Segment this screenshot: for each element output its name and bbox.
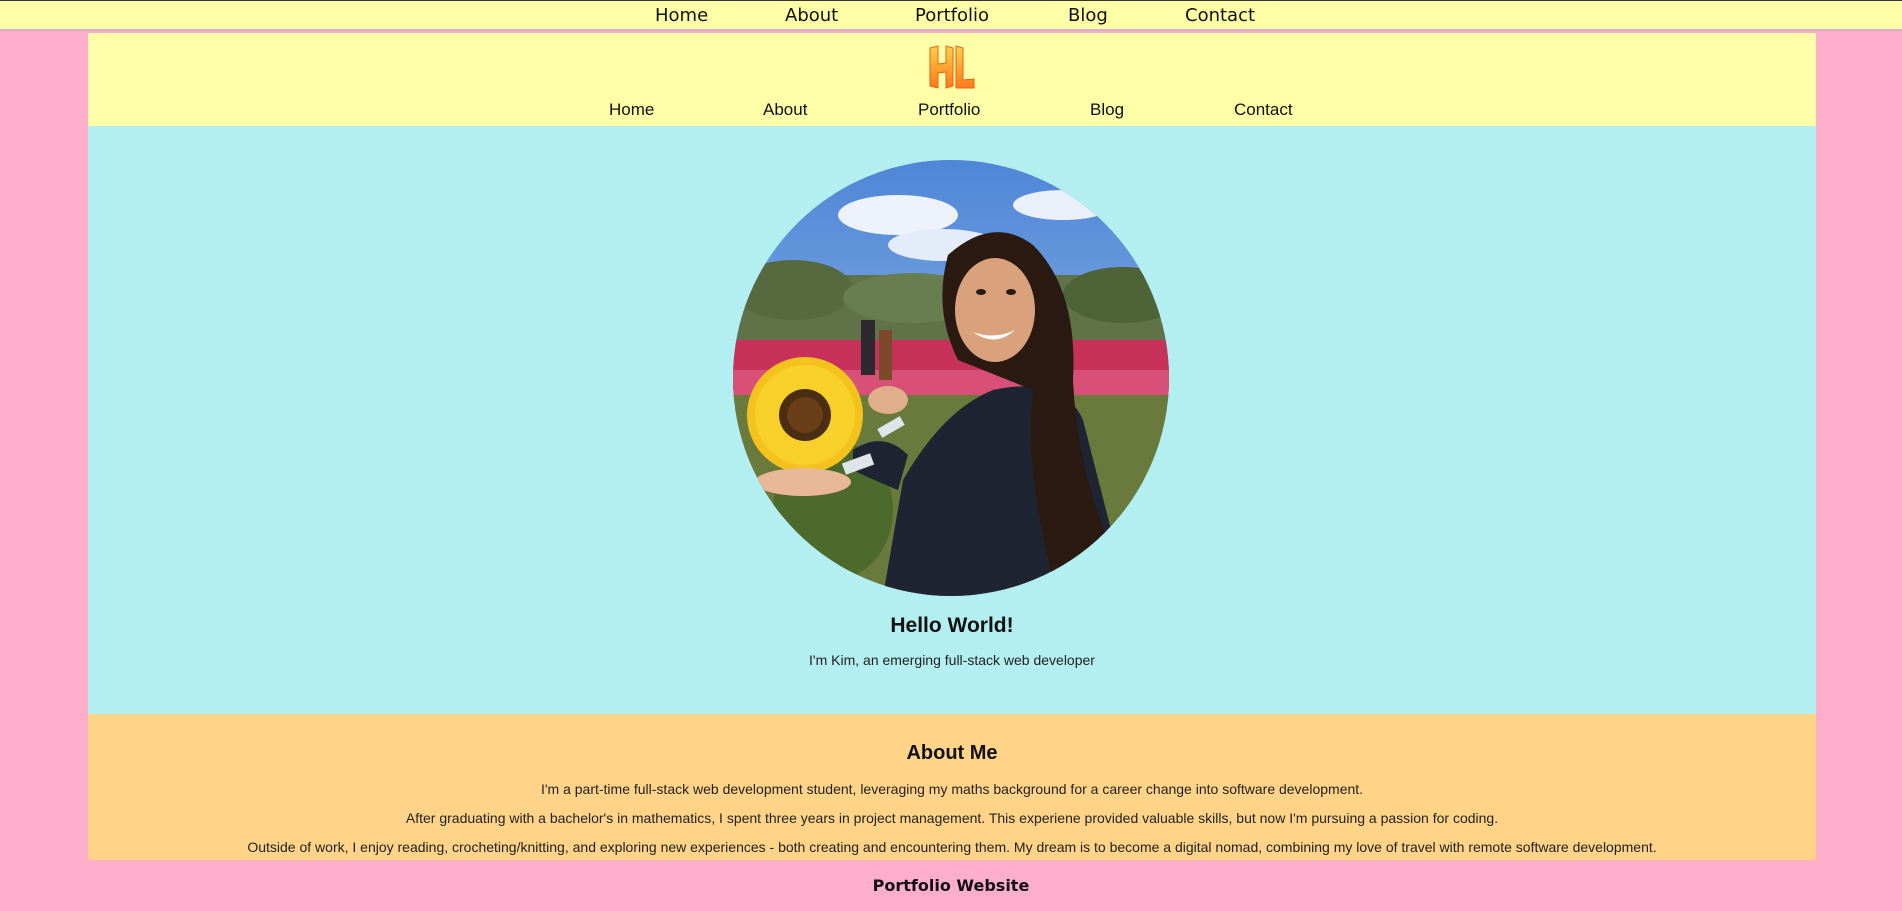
header-nav-portfolio-link[interactable]: Portfolio: [918, 100, 980, 120]
header-nav-blog-link[interactable]: Blog: [1090, 100, 1124, 120]
profile-photo-icon: [733, 160, 1169, 596]
top-nav-portfolio-link[interactable]: Portfolio: [915, 5, 989, 26]
hero-heading: Hello World!: [890, 614, 1014, 637]
top-nav-about-link[interactable]: About: [785, 5, 838, 26]
top-nav-contact-link[interactable]: Contact: [1185, 5, 1255, 26]
about-paragraph-1: I'm a part-time full-stack web developme…: [540, 781, 1364, 797]
about-heading: About Me: [906, 742, 998, 764]
about-paragraph-2: After graduating with a bachelor's in ma…: [405, 810, 1499, 826]
site-footer: Portfolio Website: [872, 876, 1030, 895]
hero-subheading: I'm Kim, an emerging full-stack web deve…: [809, 652, 1095, 668]
about-section: About Me I'm a part-time full-stack web …: [88, 714, 1816, 860]
header-nav-about-link[interactable]: About: [763, 100, 807, 120]
hl-monogram-logo-icon[interactable]: [926, 42, 978, 92]
top-nav-blog-link[interactable]: Blog: [1068, 5, 1108, 26]
site-header: Home About Portfolio Blog Contact: [88, 33, 1816, 126]
top-nav-home-link[interactable]: Home: [655, 5, 708, 26]
top-navbar: Home About Portfolio Blog Contact: [0, 0, 1902, 31]
hero-section: Hello World! I'm Kim, an emerging full-s…: [88, 126, 1816, 714]
header-nav-home-link[interactable]: Home: [609, 100, 654, 120]
header-nav-contact-link[interactable]: Contact: [1234, 100, 1293, 120]
about-paragraph-3: Outside of work, I enjoy reading, croche…: [247, 839, 1657, 855]
page-container: Home About Portfolio Blog Contact: [88, 33, 1816, 126]
